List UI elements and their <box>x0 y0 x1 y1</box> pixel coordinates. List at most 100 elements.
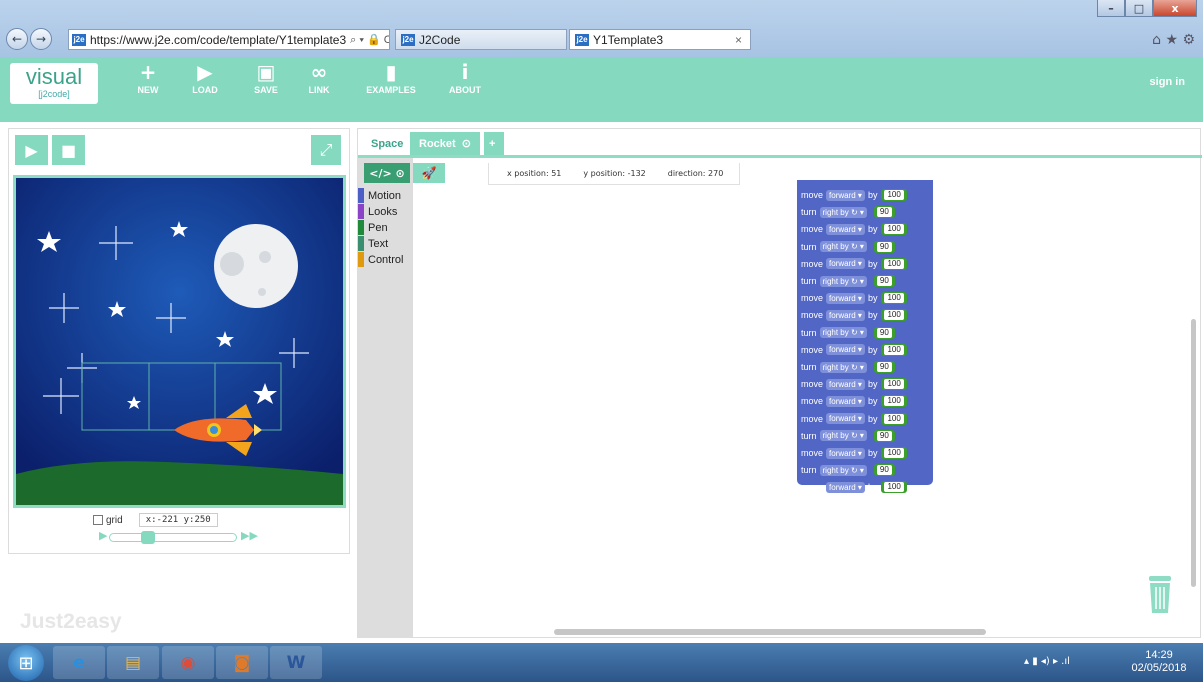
code-block-turn[interactable]: turn right by ↻ ▾ 90 <box>801 429 895 443</box>
block-option-dropdown[interactable]: right by ↻ ▾ <box>819 430 867 442</box>
block-value[interactable]: 90 <box>876 207 892 218</box>
block-option-dropdown[interactable]: right by ↻ ▾ <box>819 206 867 218</box>
code-block-move[interactable]: move forward ▾ by 100 <box>801 480 907 494</box>
stop-button[interactable]: ■ <box>52 135 85 165</box>
load-button[interactable]: ▶ LOAD <box>175 59 235 95</box>
start-button[interactable]: ⊞ <box>8 645 44 681</box>
block-value[interactable]: 90 <box>876 362 892 372</box>
clock[interactable]: 14:29 02/05/2018 <box>1130 649 1188 675</box>
block-number-slot[interactable]: 100 <box>881 447 907 459</box>
block-option-dropdown[interactable]: right by ↻ ▾ <box>819 464 867 476</box>
address-tools[interactable]: ⌕ ▾ 🔒 C <box>346 33 389 47</box>
code-block-move[interactable]: move forward ▾ by 100 <box>801 412 907 426</box>
ie-taskbar-button[interactable]: e <box>53 646 105 679</box>
close-button[interactable]: x <box>1153 0 1197 17</box>
browser-tab-j2code[interactable]: j2e J2Code <box>395 29 567 50</box>
code-block-turn[interactable]: turn right by ↻ ▾ 90 <box>801 360 895 374</box>
code-block-stack[interactable]: move forward ▾ by 100 turn right by ↻ ▾ 90 move… <box>797 180 933 494</box>
about-button[interactable]: i ABOUT <box>435 59 495 95</box>
block-option-dropdown[interactable]: forward ▾ <box>826 481 865 493</box>
block-option-dropdown[interactable]: right by ↻ ▾ <box>819 275 867 287</box>
block-number-slot[interactable]: 100 <box>881 395 907 408</box>
block-option-dropdown[interactable]: forward ▾ <box>826 344 865 356</box>
block-number-slot[interactable]: 100 <box>881 257 907 270</box>
code-block-move[interactable]: move forward ▾ by 100 <box>801 257 907 271</box>
block-number-slot[interactable]: 90 <box>873 429 895 442</box>
block-value[interactable]: 100 <box>884 482 904 493</box>
block-value[interactable]: 100 <box>884 224 904 235</box>
block-option-dropdown[interactable]: forward ▾ <box>826 258 865 270</box>
block-value[interactable]: 100 <box>884 396 904 407</box>
back-button[interactable]: ← <box>6 28 28 50</box>
code-block-move[interactable]: move forward ▾ by 100 <box>801 343 907 357</box>
code-block-move[interactable]: move forward ▾ by 100 <box>801 222 907 236</box>
category-text[interactable]: Text <box>358 236 388 251</box>
block-number-slot[interactable]: 90 <box>873 464 895 477</box>
link-button[interactable]: ∞ LINK <box>289 59 349 95</box>
block-value[interactable]: 100 <box>884 413 904 424</box>
tab-space[interactable]: Space <box>362 132 412 155</box>
save-button[interactable]: ▣ SAVE <box>236 59 296 95</box>
block-number-slot[interactable]: 100 <box>881 412 907 425</box>
fullscreen-button[interactable]: ⤢ <box>311 135 341 165</box>
tab-rocket[interactable]: Rocket ⊙ <box>410 132 480 155</box>
sprite-thumbnail[interactable]: 🚀 <box>413 163 445 183</box>
block-option-dropdown[interactable]: forward ▾ <box>826 223 865 235</box>
block-option-dropdown[interactable]: right by ↻ ▾ <box>819 327 867 339</box>
code-block-turn[interactable]: turn right by ↻ ▾ 90 <box>801 326 895 340</box>
code-block-turn[interactable]: turn right by ↻ ▾ 90 <box>801 240 895 254</box>
speed-slider[interactable]: ▶ ▶▶ <box>99 530 259 544</box>
add-tab-button[interactable]: + <box>484 132 504 155</box>
block-option-dropdown[interactable]: forward ▾ <box>826 447 865 459</box>
code-block-move[interactable]: move forward ▾ by 100 <box>801 377 907 391</box>
block-option-dropdown[interactable]: forward ▾ <box>826 395 865 407</box>
new-button[interactable]: + NEW <box>118 59 178 95</box>
block-number-slot[interactable]: 100 <box>881 223 907 236</box>
block-number-slot[interactable]: 90 <box>873 240 895 253</box>
block-option-dropdown[interactable]: forward ▾ <box>826 413 865 425</box>
address-bar[interactable]: j2e https://www.j2e.com/code/template/Y1… <box>68 29 390 50</box>
block-value[interactable]: 90 <box>876 327 892 338</box>
code-block-turn[interactable]: turn right by ↻ ▾ 90 <box>801 205 895 219</box>
word-taskbar-button[interactable]: W <box>270 646 322 679</box>
examples-button[interactable]: ▮ EXAMPLES <box>361 59 421 95</box>
media-taskbar-button[interactable]: ◙ <box>216 646 268 679</box>
block-option-dropdown[interactable]: forward ▾ <box>826 292 865 304</box>
browser-toolbar-icons[interactable]: ⌂ ★ ⚙ <box>1152 32 1195 48</box>
category-looks[interactable]: Looks <box>358 204 397 219</box>
explorer-taskbar-button[interactable]: ▤ <box>107 646 159 679</box>
block-number-slot[interactable]: 90 <box>873 326 895 339</box>
block-value[interactable]: 90 <box>876 465 892 476</box>
block-option-dropdown[interactable]: right by ↻ ▾ <box>819 361 867 373</box>
category-pen[interactable]: Pen <box>358 220 388 235</box>
block-number-slot[interactable]: 90 <box>873 206 895 219</box>
chevron-down-icon[interactable]: ⊙ <box>462 137 471 150</box>
block-option-dropdown[interactable]: right by ↻ ▾ <box>819 241 867 253</box>
trash-icon[interactable] <box>1145 574 1175 614</box>
block-number-slot[interactable]: 100 <box>881 292 907 305</box>
maximize-button[interactable]: □ <box>1125 0 1153 17</box>
block-value[interactable]: 90 <box>876 276 892 286</box>
block-value[interactable]: 100 <box>884 379 904 390</box>
block-value[interactable]: 100 <box>884 344 904 355</box>
tab-close-icon[interactable]: × <box>735 33 742 47</box>
code-block-turn[interactable]: turn right by ↻ ▾ 90 <box>801 463 895 477</box>
code-block-move[interactable]: move forward ▾ by 100 <box>801 308 907 322</box>
block-value[interactable]: 100 <box>884 448 904 458</box>
block-value[interactable]: 90 <box>876 430 892 441</box>
block-number-slot[interactable]: 100 <box>881 378 907 391</box>
code-block-move[interactable]: move forward ▾ by 100 <box>801 446 907 460</box>
code-block-move[interactable]: move forward ▾ by 100 <box>801 394 907 408</box>
stage-canvas[interactable] <box>13 175 346 508</box>
vertical-scrollbar[interactable] <box>1191 319 1196 587</box>
code-block-move[interactable]: move forward ▾ by 100 <box>801 291 907 305</box>
category-motion[interactable]: Motion <box>358 188 401 203</box>
code-block-turn[interactable]: turn right by ↻ ▾ 90 <box>801 274 895 288</box>
block-number-slot[interactable]: 100 <box>881 189 907 201</box>
block-value[interactable]: 100 <box>884 258 904 269</box>
code-view-toggle[interactable]: </> ⊙ <box>364 163 410 183</box>
chrome-taskbar-button[interactable]: ◉ <box>162 646 214 679</box>
block-number-slot[interactable]: 100 <box>881 343 907 356</box>
app-logo[interactable]: visual [j2code] <box>10 63 98 104</box>
block-number-slot[interactable]: 90 <box>873 361 895 373</box>
